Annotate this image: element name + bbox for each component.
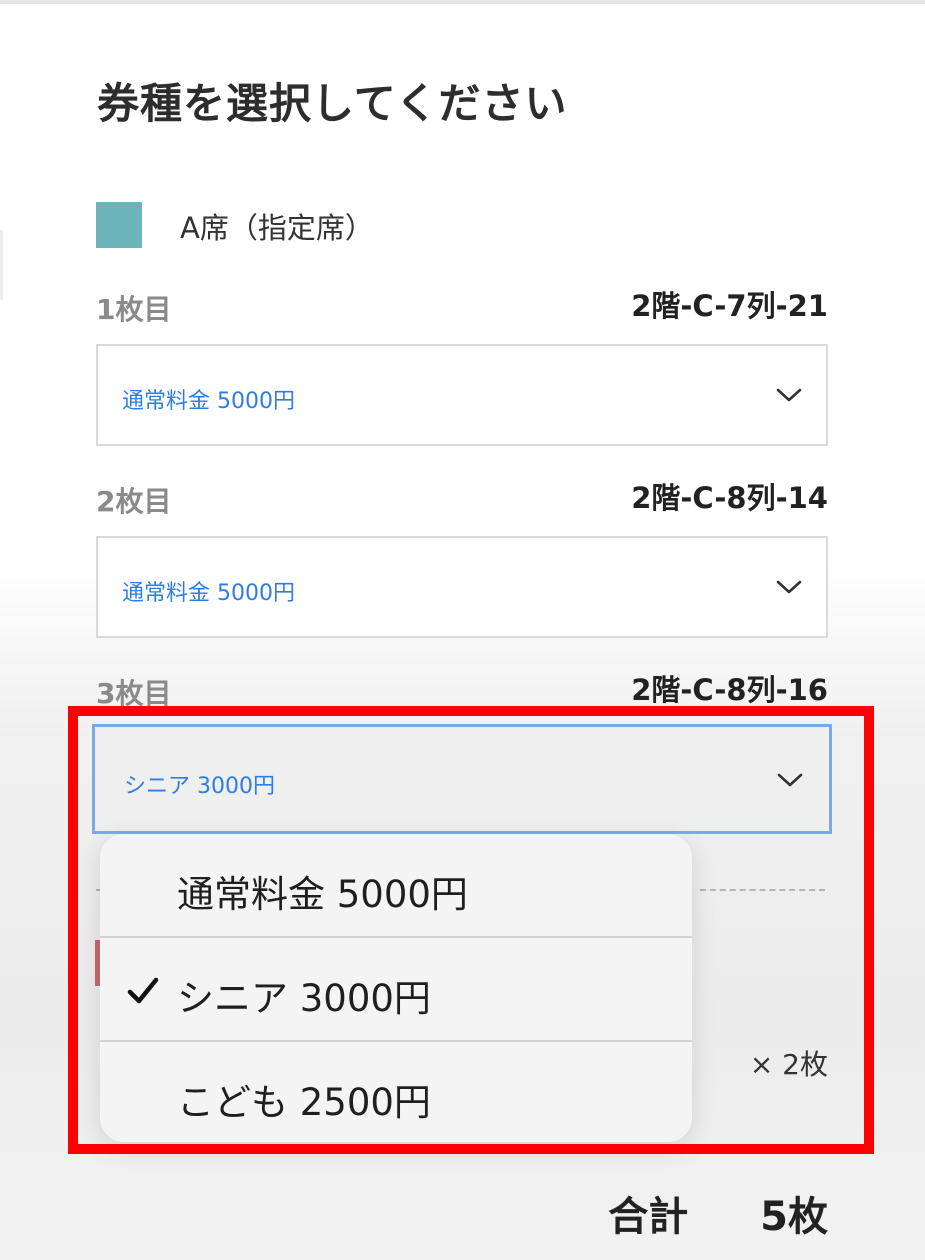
ticket-2-select-value: 通常料金 5000円 — [122, 581, 295, 606]
ticket-1-select[interactable]: 通常料金 5000円 — [96, 344, 828, 446]
ticket-1-seat: 2階-C-7列-21 — [631, 289, 828, 323]
total-label: 合計 — [608, 1194, 689, 1240]
ticket-2-select[interactable]: 通常料金 5000円 — [96, 536, 828, 638]
seat-type-label: A席（指定席） — [180, 211, 374, 245]
ticket-2-seat: 2階-C-8列-14 — [631, 481, 828, 515]
edge-marker — [0, 230, 3, 300]
total-value: 5枚 — [760, 1194, 828, 1240]
seat-color-swatch — [96, 202, 142, 248]
chevron-down-icon — [776, 580, 802, 594]
page-title: 券種を選択してください — [97, 79, 568, 128]
chevron-down-icon — [776, 388, 802, 402]
top-divider — [0, 0, 925, 4]
ticket-1-label: 1枚目 — [96, 293, 172, 326]
total-summary: 合計 5枚 — [608, 1184, 828, 1242]
ticket-3-seat: 2階-C-8列-16 — [631, 673, 828, 707]
highlight-box — [68, 706, 874, 1154]
ticket-1-select-value: 通常料金 5000円 — [122, 389, 295, 414]
ticket-2-label: 2枚目 — [96, 485, 172, 518]
